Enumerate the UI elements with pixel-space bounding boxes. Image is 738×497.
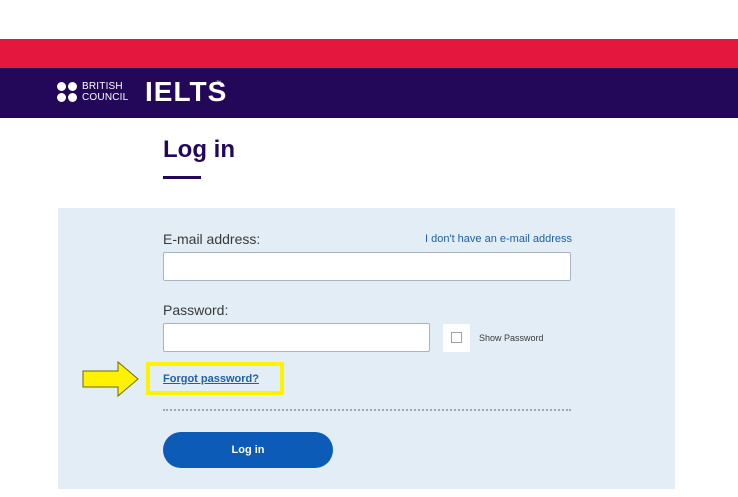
email-label: E-mail address: [163,231,261,247]
page-title: Log in [163,136,235,163]
top-red-band [0,39,738,68]
forgot-password-link[interactable]: Forgot password? [163,373,259,385]
british-council-line2: COUNCIL [82,92,129,103]
show-password-label[interactable]: Show Password [479,333,544,343]
no-email-link[interactable]: I don't have an e-mail address [425,233,572,245]
login-button[interactable]: Log in [163,432,333,468]
british-council-wordmark: BRITISH COUNCIL [82,81,128,103]
password-label: Password: [163,302,229,318]
arrow-right-icon [82,360,139,398]
login-page: BRITISH COUNCIL IELTS ™ Log in E-mail ad… [0,0,738,497]
british-council-line1: BRITISH [82,81,123,92]
title-underline [163,176,201,179]
british-council-logo[interactable]: BRITISH COUNCIL [57,80,137,106]
email-input[interactable] [163,252,571,281]
british-council-dots-icon [57,82,79,104]
ielts-trademark: ™ [216,80,221,86]
dotted-separator [163,409,571,411]
ielts-logo[interactable]: IELTS [145,76,227,108]
password-input[interactable] [163,323,430,352]
show-password-checkbox[interactable] [451,332,462,343]
